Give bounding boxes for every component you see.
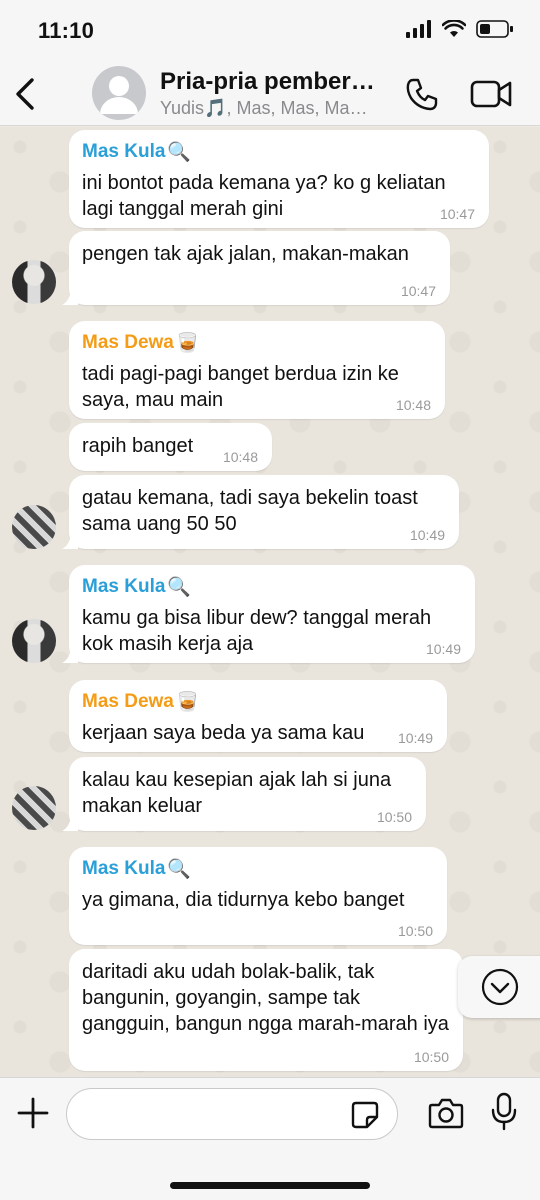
video-call-button[interactable] — [470, 78, 512, 110]
message-bubble[interactable]: Mas Kula 🔍 ini bontot pada kemana ya? ko … — [69, 130, 489, 228]
sender-emoji: 🔍 — [167, 577, 192, 598]
chevron-left-icon — [16, 78, 34, 110]
message-text: kerjaan saya beda ya sama kau — [82, 722, 365, 744]
message-bubble[interactable]: Mas Dewa 🥃 kerjaan saya beda ya sama kau … — [69, 680, 447, 752]
plus-icon — [17, 1097, 49, 1129]
person-icon — [100, 76, 138, 114]
avatar[interactable] — [12, 619, 56, 663]
bubble-tail — [62, 815, 78, 831]
avatar[interactable] — [12, 505, 56, 549]
message-sender: Mas Dewa 🥃 — [82, 331, 432, 355]
sender-name: Mas Kula — [82, 858, 166, 879]
message-bubble[interactable]: gatau kemana, tadi saya bekelin toast sa… — [62, 475, 459, 549]
message-text: ini bontot pada kemana ya? ko g keliatan… — [82, 172, 446, 220]
phone-icon — [406, 78, 438, 111]
status-bar: 11:10 — [0, 0, 540, 60]
avatar[interactable] — [12, 260, 56, 304]
camera-button[interactable] — [428, 1096, 464, 1130]
sender-name: Mas Dewa — [82, 332, 174, 353]
status-icons — [406, 20, 514, 38]
composer-bar — [0, 1077, 540, 1200]
message-time: 10:49 — [397, 730, 433, 746]
bubble-tail — [62, 647, 78, 663]
bubble-tail — [62, 533, 78, 549]
message-sender: Mas Kula 🔍 — [82, 575, 462, 599]
message-text: daritadi aku udah bolak-balik, tak bangu… — [82, 961, 449, 1035]
attach-button[interactable] — [16, 1096, 50, 1130]
message-text: kalau kau kesepian ajak lah si juna maka… — [82, 769, 392, 817]
group-avatar[interactable] — [92, 66, 146, 120]
message-sender: Mas Kula 🔍 — [82, 857, 434, 881]
home-indicator — [170, 1182, 370, 1189]
chat-area[interactable]: Mas Kula 🔍 ini bontot pada kemana ya? ko … — [0, 127, 540, 1077]
message-bubble[interactable]: Mas Kula 🔍 kamu ga bisa libur dew? tangga… — [62, 565, 475, 663]
camera-icon — [428, 1098, 464, 1129]
message-time: 10:50 — [376, 809, 412, 825]
message-text: tadi pagi-pagi banget berdua izin ke say… — [82, 363, 399, 411]
chevron-down-circle-icon — [481, 968, 519, 1006]
message-time: 10:50 — [413, 1049, 449, 1065]
message-bubble[interactable]: Mas Dewa 🥃 tadi pagi-pagi banget berdua i… — [69, 321, 445, 419]
message-time: 10:47 — [439, 206, 475, 222]
group-members[interactable]: Yudis🎵, Mas, Mas, Ma… — [160, 98, 367, 119]
group-name[interactable]: Pria-pria pember… — [160, 68, 375, 96]
video-camera-icon — [470, 80, 512, 108]
message-time: 10:49 — [425, 641, 461, 657]
message-bubble[interactable]: Mas Kula 🔍 ya gimana, dia tidurnya kebo b… — [69, 847, 447, 945]
call-button[interactable] — [404, 76, 440, 112]
scroll-to-bottom-button[interactable] — [458, 956, 540, 1018]
signal-icon — [406, 20, 431, 38]
avatar[interactable] — [12, 786, 56, 830]
sender-emoji: 🥃 — [175, 692, 200, 713]
sender-name: Mas Dewa — [82, 691, 174, 712]
sticker-icon — [351, 1101, 379, 1129]
sender-emoji: 🔍 — [167, 859, 192, 880]
message-text: kamu ga bisa libur dew? tanggal merah ko… — [82, 607, 432, 655]
message-text: gatau kemana, tadi saya bekelin toast sa… — [82, 487, 418, 535]
back-button[interactable] — [10, 74, 42, 114]
bubble-tail — [62, 289, 78, 305]
sender-name: Mas Kula — [82, 141, 166, 162]
chat-header: Pria-pria pember… Yudis🎵, Mas, Mas, Ma… — [0, 60, 540, 126]
sender-emoji: 🔍 — [167, 142, 192, 163]
message-sender: Mas Kula 🔍 — [82, 140, 476, 164]
wifi-icon — [442, 20, 466, 37]
sender-emoji: 🥃 — [175, 333, 200, 354]
message-time: 10:50 — [397, 923, 433, 939]
message-time: 10:49 — [409, 527, 445, 543]
message-text: pengen tak ajak jalan, makan-makan — [82, 243, 409, 265]
microphone-icon — [491, 1092, 517, 1131]
message-bubble[interactable]: kalau kau kesepian ajak lah si juna maka… — [62, 757, 426, 831]
message-sender: Mas Dewa 🥃 — [82, 690, 434, 714]
message-bubble[interactable]: rapih banget 10:48 — [69, 423, 272, 471]
message-bubble[interactable]: daritadi aku udah bolak-balik, tak bangu… — [69, 949, 463, 1071]
message-time: 10:48 — [222, 449, 258, 465]
message-text: ya gimana, dia tidurnya kebo banget — [82, 889, 405, 911]
message-input[interactable] — [66, 1088, 398, 1140]
battery-icon — [476, 20, 513, 38]
message-time: 10:47 — [400, 283, 436, 299]
voice-message-button[interactable] — [490, 1092, 518, 1132]
status-time: 11:10 — [38, 18, 95, 43]
message-time: 10:48 — [395, 397, 431, 413]
message-bubble[interactable]: pengen tak ajak jalan, makan-makan 10:47 — [62, 231, 450, 305]
sticker-button[interactable] — [350, 1100, 380, 1130]
sender-name: Mas Kula — [82, 576, 166, 597]
